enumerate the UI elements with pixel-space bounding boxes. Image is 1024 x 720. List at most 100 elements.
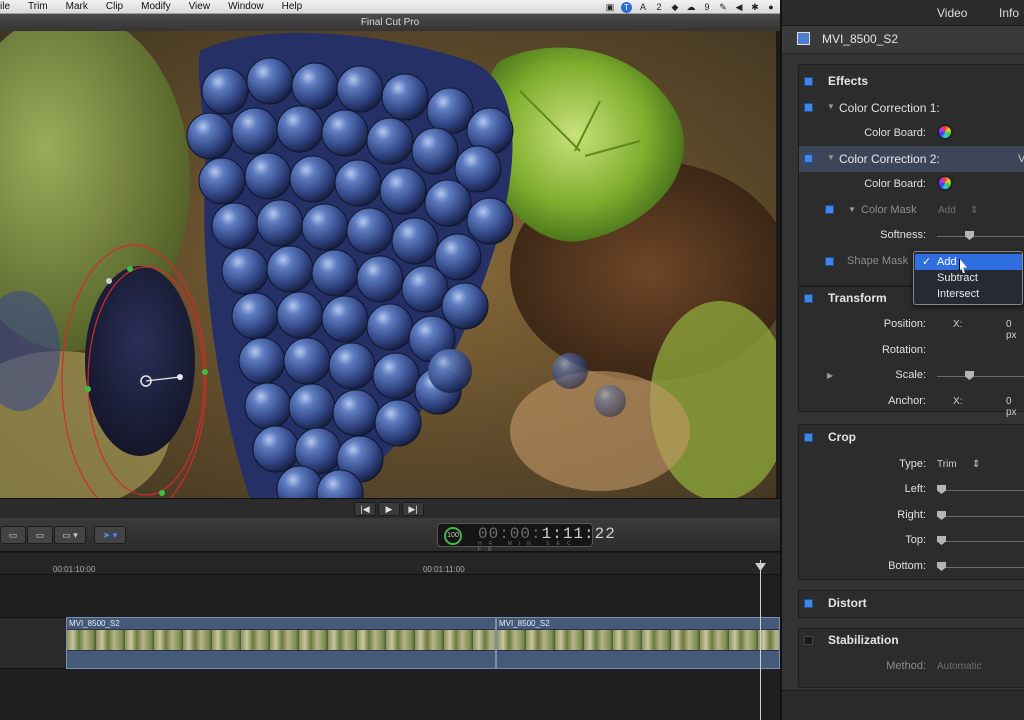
play-button[interactable]: ▶ bbox=[378, 502, 400, 516]
menu-item-intersect[interactable]: Intersect bbox=[915, 286, 1022, 302]
popup-arrows-icon: ⇕ bbox=[972, 459, 981, 470]
grape bbox=[291, 62, 339, 110]
crop-right-slider[interactable] bbox=[937, 516, 1024, 517]
menu-window[interactable]: Window bbox=[219, 1, 273, 12]
softness-slider[interactable] bbox=[937, 236, 1024, 237]
grape bbox=[379, 167, 427, 215]
ruler-tick-label: 00:01:11:00 bbox=[423, 565, 465, 574]
menu-file[interactable]: ile bbox=[0, 1, 19, 12]
grape bbox=[221, 247, 269, 295]
grape bbox=[334, 159, 382, 207]
video-clip-icon bbox=[797, 32, 810, 45]
insert-clip-button[interactable]: ▭ bbox=[27, 526, 53, 544]
crop-left-slider[interactable] bbox=[937, 490, 1024, 491]
playhead[interactable] bbox=[760, 560, 761, 720]
menu-view[interactable]: View bbox=[180, 1, 220, 12]
overwrite-clip-button[interactable]: ▭ ▾ bbox=[54, 526, 86, 544]
grape bbox=[252, 425, 300, 473]
grape bbox=[256, 199, 304, 247]
grape bbox=[231, 107, 279, 155]
crop-bottom-label: Bottom: bbox=[888, 560, 926, 572]
color-board-icon[interactable] bbox=[937, 124, 953, 140]
color-mask-checkbox[interactable] bbox=[825, 205, 834, 214]
timecode-display[interactable]: 100 00:00:1:11:22 HR MIN SEC FR bbox=[437, 523, 615, 553]
grape bbox=[321, 295, 369, 343]
volume-icon[interactable]: ◀ bbox=[734, 2, 744, 13]
grape bbox=[356, 255, 404, 303]
crop-header: Crop bbox=[828, 430, 856, 444]
menu-modify[interactable]: Modify bbox=[132, 1, 179, 12]
anchor-label: Anchor: bbox=[888, 395, 926, 407]
next-edit-button[interactable]: ▶| bbox=[402, 502, 424, 516]
stabilization-checkbox[interactable] bbox=[804, 636, 813, 645]
color-mask-mode[interactable]: Add bbox=[938, 205, 956, 216]
tab-video[interactable]: Video bbox=[937, 6, 967, 20]
shape-mask-handle-bottom[interactable] bbox=[159, 490, 165, 496]
shape-mask-roundness-handle[interactable] bbox=[106, 278, 112, 284]
timeline-clip[interactable]: MVI_8500_S2 bbox=[496, 617, 780, 669]
accessibility-icon[interactable]: A bbox=[638, 2, 648, 12]
grape bbox=[266, 245, 314, 293]
clip-name: MVI_8500_S2 bbox=[499, 619, 550, 628]
disclosure-triangle-icon[interactable]: ▼ bbox=[827, 153, 835, 162]
timeline-clip[interactable]: MVI_8500_S2 bbox=[66, 617, 496, 669]
position-x-value[interactable]: 0 px bbox=[1006, 319, 1024, 341]
shape-mask-checkbox[interactable] bbox=[825, 257, 834, 266]
crop-type-value[interactable]: Trim bbox=[937, 459, 957, 470]
menu-clip[interactable]: Clip bbox=[97, 1, 132, 12]
menu-help[interactable]: Help bbox=[273, 1, 312, 12]
previous-edit-button[interactable]: |◀ bbox=[354, 502, 376, 516]
stabilization-method-label: Method: bbox=[886, 660, 926, 672]
t-badge-icon[interactable]: T bbox=[621, 1, 632, 13]
timeline-ruler[interactable]: 00:01:10:00 00:01:11:00 bbox=[0, 553, 780, 575]
disclosure-triangle-icon[interactable]: ▼ bbox=[848, 205, 856, 214]
cc1-checkbox[interactable] bbox=[804, 103, 813, 112]
shape-mask-rotation-handle[interactable] bbox=[177, 374, 183, 380]
menu-trim[interactable]: Trim bbox=[19, 1, 57, 12]
color-board-icon[interactable] bbox=[937, 175, 953, 191]
cc2-checkbox[interactable] bbox=[804, 154, 813, 163]
stabilization-method-value[interactable]: Automatic bbox=[937, 661, 981, 672]
anchor-x-value[interactable]: 0 px bbox=[1006, 396, 1024, 418]
shape-mask-handle-top[interactable] bbox=[127, 266, 133, 272]
popup-arrows-icon: ⇕ bbox=[970, 205, 979, 216]
inspector-clip-name: MVI_8500_S2 bbox=[822, 32, 899, 46]
inspector-tabs: Video Info bbox=[782, 0, 1024, 26]
shape-mask-mode-menu: ✓ Add Subtract Intersect bbox=[913, 251, 1023, 305]
crop-right-label: Right: bbox=[897, 509, 926, 521]
effects-checkbox[interactable] bbox=[804, 77, 813, 86]
sync-icon[interactable]: ✱ bbox=[750, 2, 760, 13]
scale-label: Scale: bbox=[895, 369, 926, 381]
record-icon[interactable]: ● bbox=[766, 2, 776, 12]
crop-top-slider[interactable] bbox=[937, 541, 1024, 542]
grape bbox=[244, 152, 292, 200]
menu-mark[interactable]: Mark bbox=[57, 1, 97, 12]
crop-bottom-slider[interactable] bbox=[937, 567, 1024, 568]
clip-name: MVI_8500_S2 bbox=[69, 619, 120, 628]
viewer[interactable] bbox=[0, 31, 776, 498]
evernote-icon[interactable]: ✎ bbox=[718, 2, 728, 13]
connect-clip-button[interactable]: ▭ bbox=[0, 526, 26, 544]
scale-slider[interactable] bbox=[937, 376, 1024, 377]
crop-type-label: Type: bbox=[899, 458, 926, 470]
scale-disclosure-icon[interactable]: ▶ bbox=[827, 371, 833, 380]
clip-filmstrip bbox=[497, 629, 779, 651]
transform-checkbox[interactable] bbox=[804, 294, 813, 303]
menu-item-subtract[interactable]: Subtract bbox=[915, 270, 1022, 286]
select-tool-button[interactable]: ➤ ▾ bbox=[94, 526, 126, 544]
dropbox-icon[interactable]: ◆ bbox=[670, 2, 680, 13]
shape-mask-label: Shape Mask bbox=[847, 255, 909, 267]
disclosure-triangle-icon[interactable]: ▼ bbox=[827, 102, 835, 111]
cc2-color-board-label: Color Board: bbox=[864, 178, 926, 190]
inspector-clip-header: MVI_8500_S2 bbox=[782, 26, 1024, 54]
tab-info[interactable]: Info bbox=[999, 6, 1019, 20]
shape-mask-handle-right[interactable] bbox=[202, 369, 208, 375]
shape-mask-handle-left[interactable] bbox=[85, 386, 91, 392]
distort-checkbox[interactable] bbox=[804, 599, 813, 608]
menu-item-add[interactable]: ✓ Add bbox=[915, 254, 1022, 270]
timeline[interactable]: MVI_8500_S2 MVI_8500_S2 bbox=[0, 575, 780, 720]
camera-icon[interactable]: ▣ bbox=[605, 2, 615, 13]
cloud-icon[interactable]: ☁ bbox=[686, 2, 696, 13]
crop-checkbox[interactable] bbox=[804, 433, 813, 442]
grape bbox=[424, 179, 472, 227]
